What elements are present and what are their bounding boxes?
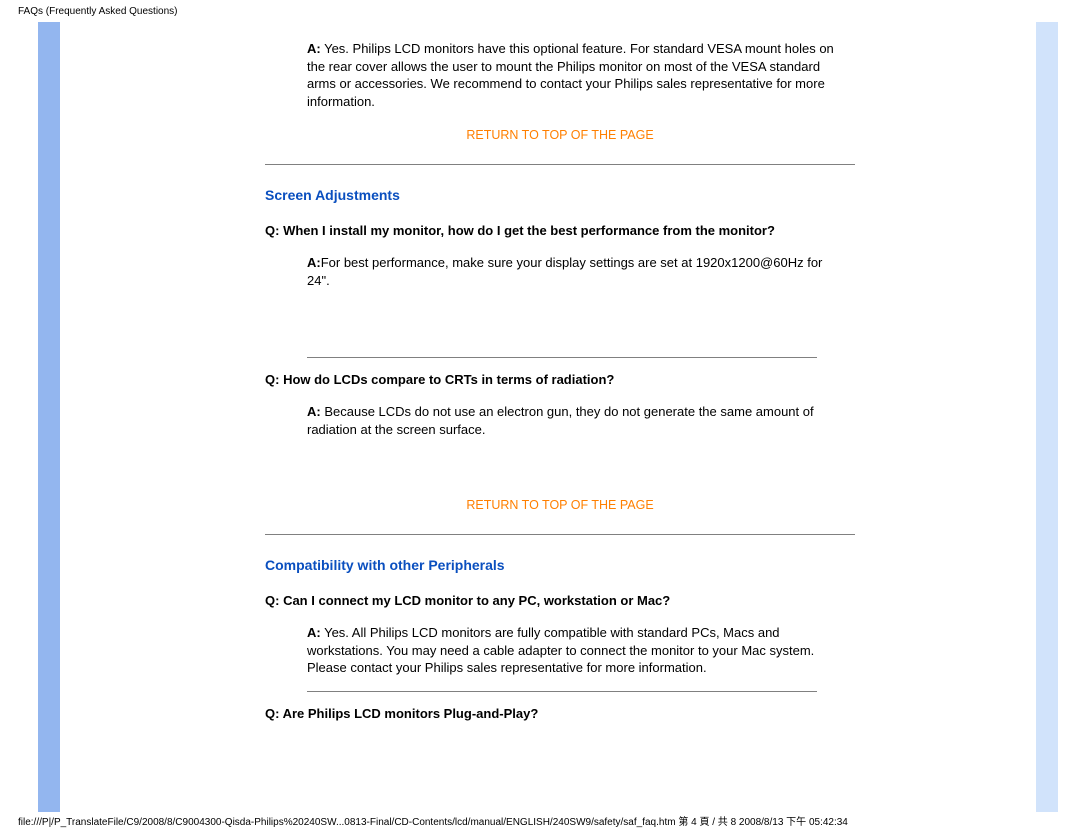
question-label: Q: <box>265 223 279 238</box>
answer-label: A: <box>307 255 321 270</box>
page-header-title: FAQs (Frequently Asked Questions) <box>18 6 178 17</box>
question-text: How do LCDs compare to CRTs in terms of … <box>279 372 614 387</box>
answer-text: Yes. Philips LCD monitors have this opti… <box>307 41 834 109</box>
divider <box>307 691 817 692</box>
answer-radiation: A: Because LCDs do not use an electron g… <box>265 403 855 438</box>
question-connect-any-pc: Q: Can I connect my LCD monitor to any P… <box>265 593 855 608</box>
section-title-screen-adjustments: Screen Adjustments <box>265 187 855 203</box>
answer-label: A: <box>307 41 321 56</box>
answer-label: A: <box>307 404 321 419</box>
question-text: Are Philips LCD monitors Plug-and-Play? <box>279 706 538 721</box>
question-label: Q: <box>265 372 279 387</box>
answer-text: Yes. All Philips LCD monitors are fully … <box>307 625 814 675</box>
section-title-compatibility: Compatibility with other Peripherals <box>265 557 855 573</box>
divider <box>265 534 855 535</box>
return-to-top-link[interactable]: RETURN TO TOP OF THE PAGE <box>265 498 855 512</box>
answer-text: For best performance, make sure your dis… <box>307 255 822 288</box>
question-text: When I install my monitor, how do I get … <box>279 223 774 238</box>
intro-answer: A: Yes. Philips LCD monitors have this o… <box>265 40 855 110</box>
page-footer-path: file:///P|/P_TranslateFile/C9/2008/8/C90… <box>18 813 1062 828</box>
question-best-performance: Q: When I install my monitor, how do I g… <box>265 223 855 238</box>
answer-best-performance: A:For best performance, make sure your d… <box>265 254 855 289</box>
content-column: A: Yes. Philips LCD monitors have this o… <box>265 22 855 737</box>
question-plug-and-play: Q: Are Philips LCD monitors Plug-and-Pla… <box>265 706 855 721</box>
return-to-top-link[interactable]: RETURN TO TOP OF THE PAGE <box>265 128 855 142</box>
answer-text: Because LCDs do not use an electron gun,… <box>307 404 814 437</box>
question-label: Q: <box>265 706 279 721</box>
divider <box>307 357 817 358</box>
left-sidebar-bar <box>38 22 60 812</box>
divider <box>265 164 855 165</box>
answer-label: A: <box>307 625 321 640</box>
question-radiation: Q: How do LCDs compare to CRTs in terms … <box>265 372 855 387</box>
page-body: A: Yes. Philips LCD monitors have this o… <box>0 22 1080 812</box>
answer-connect-any-pc: A: Yes. All Philips LCD monitors are ful… <box>265 624 855 677</box>
right-sidebar-bar <box>1036 22 1058 812</box>
question-label: Q: <box>265 593 279 608</box>
question-text: Can I connect my LCD monitor to any PC, … <box>279 593 670 608</box>
